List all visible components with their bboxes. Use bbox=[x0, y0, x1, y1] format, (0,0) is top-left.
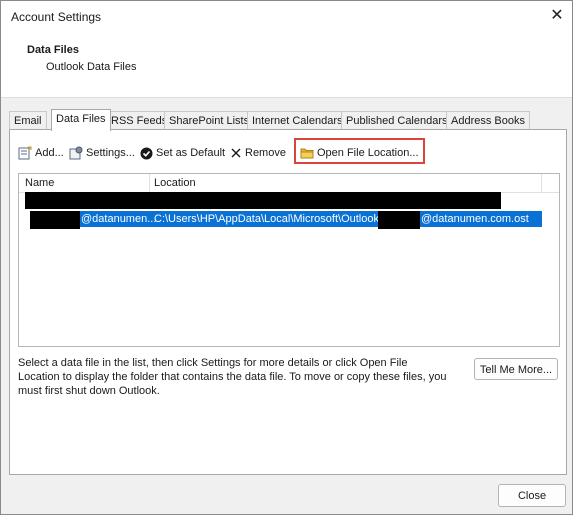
tab-data-files[interactable]: Data Files bbox=[51, 109, 111, 131]
data-files-list[interactable]: Name Location @datanumen... C:\Users\HP\… bbox=[18, 173, 560, 347]
tab-published-calendars[interactable]: Published Calendars bbox=[341, 111, 453, 130]
remove-x-icon bbox=[231, 148, 241, 158]
highlight-box bbox=[294, 138, 425, 164]
redaction-bar bbox=[378, 211, 420, 229]
list-header: Name Location bbox=[19, 174, 559, 193]
close-icon[interactable]: ✕ bbox=[546, 5, 568, 27]
close-button[interactable]: Close bbox=[498, 484, 566, 507]
row-location-prefix: C:\Users\HP\AppData\Local\Microsoft\Outl… bbox=[154, 213, 383, 225]
column-separator[interactable] bbox=[541, 174, 542, 192]
redaction-bar bbox=[25, 192, 501, 209]
add-icon bbox=[18, 146, 32, 160]
set-as-default-button[interactable]: Set as Default bbox=[140, 143, 225, 163]
tab-internet-calendars[interactable]: Internet Calendars bbox=[247, 111, 348, 130]
settings-button[interactable]: Settings... bbox=[69, 143, 135, 163]
redaction-bar bbox=[30, 211, 80, 229]
add-button[interactable]: Add... bbox=[18, 143, 64, 163]
set-as-default-label: Set as Default bbox=[156, 147, 226, 159]
tell-me-more-button[interactable]: Tell Me More... bbox=[474, 358, 558, 380]
remove-label: Remove bbox=[245, 147, 286, 159]
settings-icon bbox=[69, 146, 83, 160]
tab-address-books[interactable]: Address Books bbox=[446, 111, 530, 130]
column-location[interactable]: Location bbox=[154, 177, 196, 189]
tab-panel: Add... Settings... Set as Default Remove bbox=[9, 129, 567, 475]
column-name[interactable]: Name bbox=[25, 177, 54, 189]
header-subtitle: Outlook Data Files bbox=[46, 61, 137, 73]
table-row[interactable]: @datanumen... C:\Users\HP\AppData\Local\… bbox=[19, 211, 542, 229]
title-bar: Account Settings ✕ bbox=[1, 1, 572, 32]
row-name: @datanumen... bbox=[81, 213, 157, 225]
dialog-header: Data Files Outlook Data Files bbox=[1, 32, 572, 98]
header-title: Data Files bbox=[27, 44, 79, 56]
checkmark-circle-icon bbox=[140, 147, 153, 160]
add-label: Add... bbox=[35, 147, 64, 159]
window-title: Account Settings bbox=[11, 10, 102, 24]
row-location-suffix: @datanumen.com.ost bbox=[421, 213, 529, 225]
column-separator[interactable] bbox=[149, 174, 150, 192]
settings-label: Settings... bbox=[86, 147, 135, 159]
tab-rss-feeds[interactable]: RSS Feeds bbox=[106, 111, 173, 130]
info-text: Select a data file in the list, then cli… bbox=[18, 357, 447, 397]
tab-sharepoint-lists[interactable]: SharePoint Lists bbox=[164, 111, 255, 130]
tab-email[interactable]: Email bbox=[9, 111, 47, 130]
account-settings-dialog: Account Settings ✕ Data Files Outlook Da… bbox=[0, 0, 573, 515]
remove-button[interactable]: Remove bbox=[230, 143, 286, 163]
